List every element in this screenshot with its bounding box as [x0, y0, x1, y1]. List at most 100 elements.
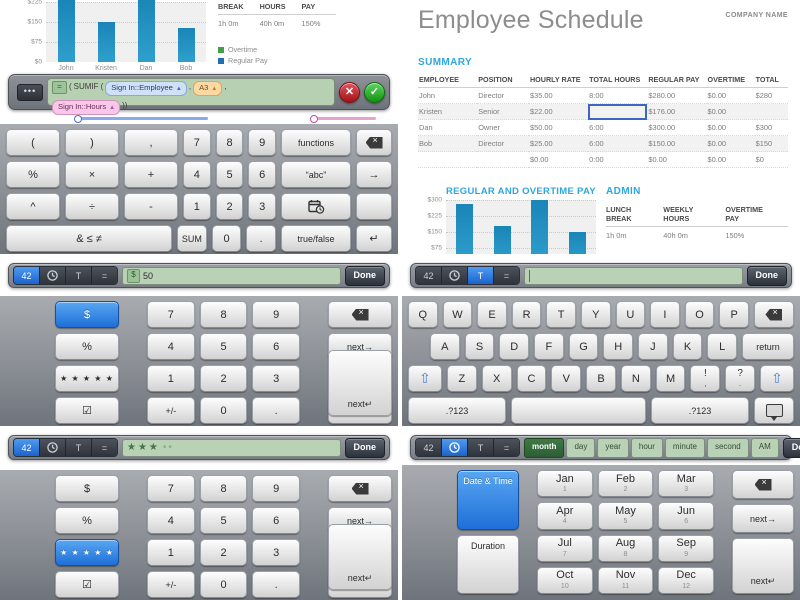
- key-1[interactable]: 1: [147, 539, 195, 566]
- month-feb[interactable]: Feb 2: [597, 470, 654, 498]
- key-next-right[interactable]: next→: [732, 504, 794, 533]
- key-3[interactable]: 3: [252, 539, 301, 566]
- month-jan[interactable]: Jan 1: [537, 470, 593, 498]
- cell-overtime[interactable]: $0.00: [706, 119, 755, 136]
- format-segmented-control[interactable]: 42 T =: [13, 266, 118, 285]
- key-v[interactable]: V: [551, 365, 582, 392]
- key-return-upper[interactable]: [356, 193, 393, 220]
- cell-regular-pay[interactable]: $176.00: [647, 103, 707, 120]
- segment-text-format[interactable]: T: [66, 267, 92, 284]
- key-k[interactable]: K: [672, 333, 703, 360]
- key-q[interactable]: Q: [408, 301, 438, 328]
- cell-total-hours[interactable]: 6:00: [588, 135, 648, 152]
- cell-overtime[interactable]: $0.00: [706, 87, 755, 104]
- key-decimal[interactable]: .: [246, 225, 277, 252]
- key-rating[interactable]: ★ ★ ★ ★ ★: [55, 539, 119, 566]
- key-j[interactable]: J: [638, 333, 668, 360]
- key-functions[interactable]: functions: [281, 129, 352, 156]
- date-tab-ampm[interactable]: AM: [750, 437, 779, 458]
- formula-field[interactable]: = ( SUMIF ( Sign In::Employee ▲ , A3 ▲ , S…: [47, 78, 335, 115]
- key-backspace[interactable]: [328, 301, 393, 328]
- cell-employee[interactable]: John: [418, 87, 478, 104]
- text-input[interactable]: [524, 266, 743, 285]
- table-row[interactable]: Dan Owner $50.00 6:00 $300.00 $0.00 $300: [418, 119, 788, 136]
- cell-position[interactable]: Owner: [477, 119, 529, 136]
- key-currency[interactable]: $: [55, 301, 119, 328]
- mode-date-time[interactable]: Date & Time: [457, 470, 519, 530]
- cell-position[interactable]: Senior: [477, 103, 529, 120]
- date-tab-month[interactable]: month: [524, 437, 565, 458]
- key-5[interactable]: 5: [199, 507, 248, 534]
- key-space[interactable]: [511, 397, 646, 424]
- key-m[interactable]: M: [655, 365, 686, 392]
- formula-token-employee[interactable]: Sign In::Employee ▲: [105, 81, 187, 96]
- key-5[interactable]: 5: [215, 161, 244, 188]
- key-e[interactable]: E: [477, 301, 507, 328]
- month-may[interactable]: May 5: [597, 502, 654, 530]
- segment-number-format[interactable]: 42: [416, 267, 442, 284]
- table-row[interactable]: Kristen Senior $22.00 $176.00 $0.00: [418, 103, 788, 120]
- done-button[interactable]: Done: [746, 265, 787, 286]
- format-segmented-control[interactable]: 42 T =: [13, 438, 118, 457]
- mode-duration[interactable]: Duration: [457, 534, 519, 594]
- key-7[interactable]: 7: [183, 129, 211, 156]
- currency-field-bar[interactable]: 42 T = $ 50 Done: [8, 263, 390, 288]
- done-button[interactable]: Done: [344, 437, 385, 458]
- key-next-return-tall[interactable]: next↵: [328, 524, 392, 590]
- format-segmented-control[interactable]: 42 T =: [415, 266, 520, 285]
- cell-employee[interactable]: [418, 151, 478, 168]
- key-checkbox[interactable]: ☑: [55, 571, 119, 598]
- rating-input[interactable]: ★★★ ••: [122, 438, 341, 457]
- key-multiply[interactable]: ×: [65, 161, 119, 188]
- key-backspace[interactable]: [732, 470, 794, 499]
- cell-total-hours[interactable]: 6:00: [588, 119, 648, 136]
- formula-cancel-button[interactable]: ✕: [339, 81, 360, 103]
- cell-hourly-rate[interactable]: $22.00: [528, 103, 589, 120]
- table-row[interactable]: Bob Director $25.00 6:00 $150.00 $0.00 $…: [418, 135, 788, 152]
- admin-val-weekly-hours[interactable]: 40h 0m: [663, 227, 725, 244]
- segment-number-format[interactable]: 42: [14, 267, 40, 284]
- key-plus-minus[interactable]: +/-: [147, 397, 195, 424]
- key-shift-left[interactable]: ⇧: [408, 365, 442, 392]
- key-caret[interactable]: ^: [6, 193, 60, 220]
- key-6[interactable]: 6: [252, 507, 301, 534]
- cell-total-hours[interactable]: 0:00: [588, 151, 648, 168]
- date-tab-minute[interactable]: minute: [664, 437, 705, 458]
- formula-accept-button[interactable]: ✓: [364, 81, 385, 103]
- key-numeric-toggle-left[interactable]: .?123: [408, 397, 506, 424]
- cell-employee[interactable]: Dan: [418, 119, 478, 136]
- datetime-field-bar[interactable]: 42 T = month day year hour minute second: [410, 435, 800, 460]
- key-b[interactable]: B: [586, 365, 616, 392]
- key-l[interactable]: L: [707, 333, 738, 360]
- key-a[interactable]: A: [430, 333, 460, 360]
- currency-input[interactable]: $ 50: [122, 266, 341, 285]
- key-checkbox[interactable]: ☑: [55, 397, 119, 424]
- table-row[interactable]: John Director $35.00 8:00 $280.00 $0.00 …: [418, 87, 788, 104]
- key-t[interactable]: T: [546, 301, 576, 328]
- segment-formula-format[interactable]: =: [494, 267, 519, 284]
- formula-token-a3[interactable]: A3 ▲: [193, 81, 223, 96]
- key-0[interactable]: 0: [199, 571, 248, 598]
- cell-employee[interactable]: Bob: [418, 135, 478, 152]
- key-decimal[interactable]: .: [252, 571, 301, 598]
- key-1[interactable]: 1: [147, 365, 195, 392]
- key-n[interactable]: N: [620, 365, 651, 392]
- key-u[interactable]: U: [615, 301, 646, 328]
- reference-handle-pink[interactable]: [310, 115, 318, 123]
- cell-hourly-rate[interactable]: $35.00: [528, 87, 589, 104]
- key-arrow-right[interactable]: →: [356, 161, 393, 188]
- key-6[interactable]: 6: [248, 161, 277, 188]
- segment-date-format[interactable]: [442, 267, 468, 284]
- key-r[interactable]: R: [511, 301, 542, 328]
- key-d[interactable]: D: [499, 333, 530, 360]
- cell-total[interactable]: $280: [754, 87, 788, 104]
- rating-field-bar[interactable]: 42 T = ★★★ •• Done: [8, 435, 390, 460]
- key-return[interactable]: return: [742, 333, 795, 360]
- cell-position[interactable]: Director: [477, 87, 529, 104]
- cell-total[interactable]: $150: [754, 135, 788, 152]
- key-f[interactable]: F: [534, 333, 564, 360]
- key-backspace[interactable]: [753, 301, 794, 328]
- date-tab-day[interactable]: day: [566, 437, 596, 458]
- key-comma[interactable]: ,: [124, 129, 178, 156]
- month-sep[interactable]: Sep 9: [658, 534, 714, 562]
